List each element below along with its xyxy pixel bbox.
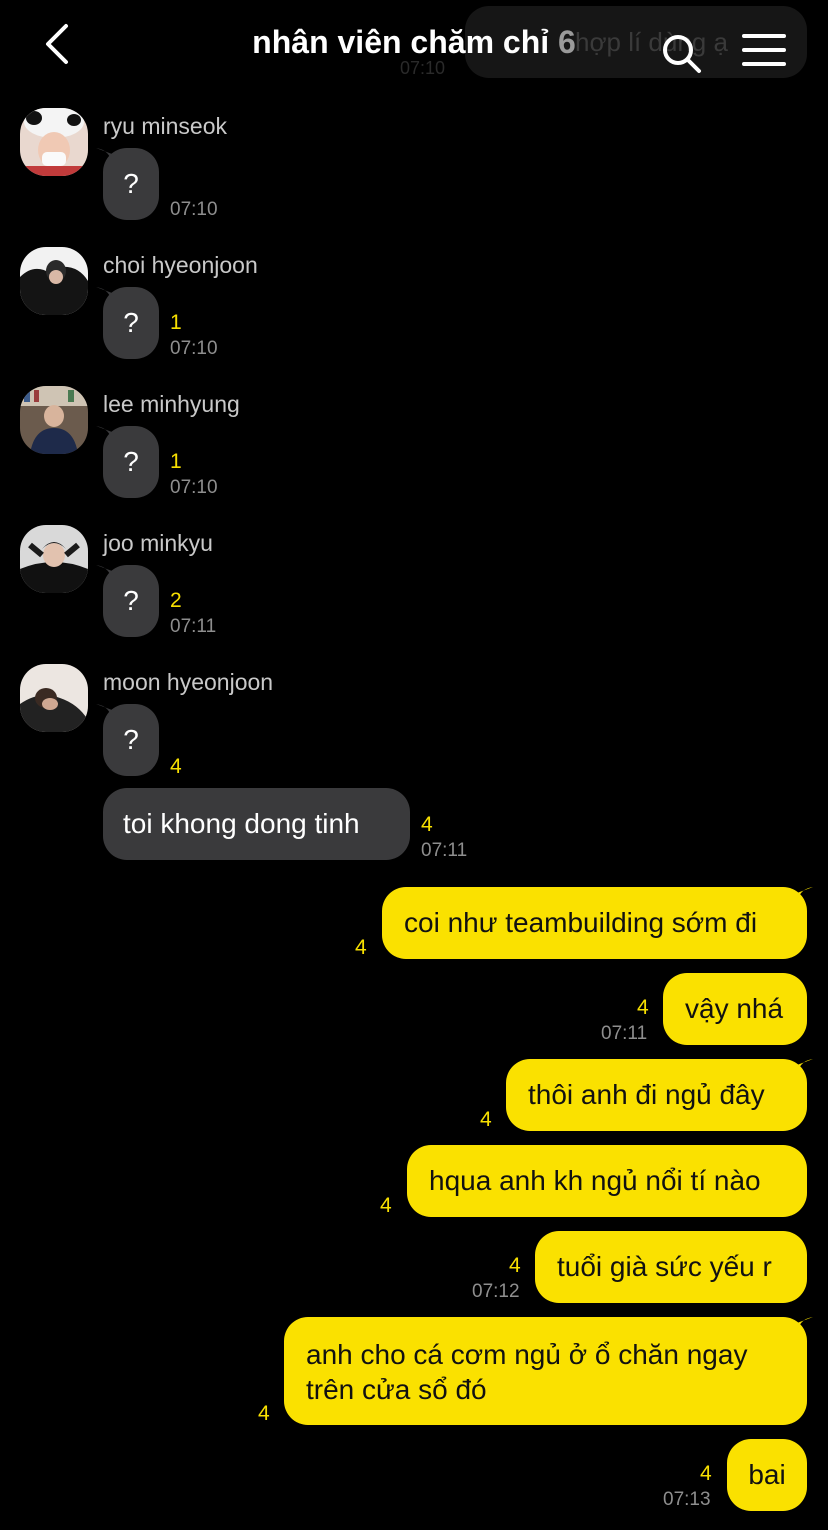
unread-count: 4 <box>170 755 182 778</box>
menu-button[interactable] <box>742 30 786 70</box>
unread-count: 4 <box>258 1402 270 1425</box>
message-bubble[interactable]: ? <box>103 148 159 220</box>
search-icon <box>663 35 701 73</box>
message-line: anh cho cá cơm ngủ ở ổ chăn ngay <box>306 1339 748 1370</box>
avatar[interactable] <box>20 525 88 593</box>
message-line: trên cửa sổ đó <box>306 1374 487 1405</box>
message-time: 07:11 <box>170 616 217 637</box>
message-bubble[interactable]: tuổi già sức yếu r <box>535 1231 807 1303</box>
unread-count: 4 <box>509 1254 521 1277</box>
avatar[interactable] <box>20 664 88 732</box>
unread-count: 1 <box>170 311 182 334</box>
unread-count: 4 <box>637 996 649 1019</box>
message-time: 07:10 <box>170 199 218 220</box>
unread-count: 4 <box>700 1462 712 1485</box>
avatar-photo <box>20 664 88 732</box>
message-bubble[interactable]: vậy nhá <box>663 973 807 1045</box>
sender-name: moon hyeonjoon <box>103 669 274 695</box>
avatar[interactable] <box>20 247 88 315</box>
message-time: 07:10 <box>170 338 218 359</box>
unread-count: 4 <box>380 1194 392 1217</box>
message-bubble[interactable]: ? <box>103 287 159 359</box>
message-time: 07:12 <box>472 1281 520 1302</box>
sender-name: choi hyeonjoon <box>103 252 258 278</box>
message-bubble[interactable]: bai <box>727 1439 807 1511</box>
message-bubble[interactable]: thôi anh đi ngủ đây <box>506 1059 807 1131</box>
avatar-photo <box>20 525 88 593</box>
member-count: 6 <box>558 24 576 60</box>
unread-count: 4 <box>421 813 433 836</box>
sender-name: joo minkyu <box>103 530 213 556</box>
chat-name: nhân viên chăm chỉ <box>252 24 550 60</box>
message-bubble[interactable]: hqua anh kh ngủ nổi tí nào <box>407 1145 807 1217</box>
message-bubble[interactable]: toi khong dong tinh <box>103 788 410 860</box>
message-bubble[interactable]: ? <box>103 704 159 776</box>
message-time: 07:11 <box>421 840 468 861</box>
sender-name: lee minhyung <box>103 391 240 417</box>
avatar-photo <box>20 108 88 176</box>
message-time: 07:11 <box>601 1023 648 1044</box>
unread-count: 4 <box>480 1108 492 1131</box>
chat-header: hợp lí dùng ạ 07:10 nhân viên chăm chỉ 6 <box>0 0 828 92</box>
search-button[interactable] <box>660 32 704 76</box>
avatar[interactable] <box>20 108 88 176</box>
unread-count: 2 <box>170 589 182 612</box>
message-time: 07:10 <box>170 477 218 498</box>
message-bubble[interactable]: ? <box>103 565 159 637</box>
avatar[interactable] <box>20 386 88 454</box>
avatar-photo <box>20 247 88 315</box>
message-bubble[interactable]: anh cho cá cơm ngủ ở ổ chăn ngay trên cử… <box>284 1317 807 1425</box>
ghost-preview-time: 07:10 <box>400 58 446 78</box>
unread-count: 4 <box>355 936 367 959</box>
sender-name: ryu minseok <box>103 113 227 139</box>
message-bubble[interactable]: ? <box>103 426 159 498</box>
message-time: 07:13 <box>663 1489 711 1510</box>
unread-count: 1 <box>170 450 182 473</box>
message-bubble[interactable]: coi như teambuilding sớm đi <box>382 887 807 959</box>
avatar-photo <box>20 386 88 454</box>
hamburger-menu-icon <box>742 34 786 66</box>
